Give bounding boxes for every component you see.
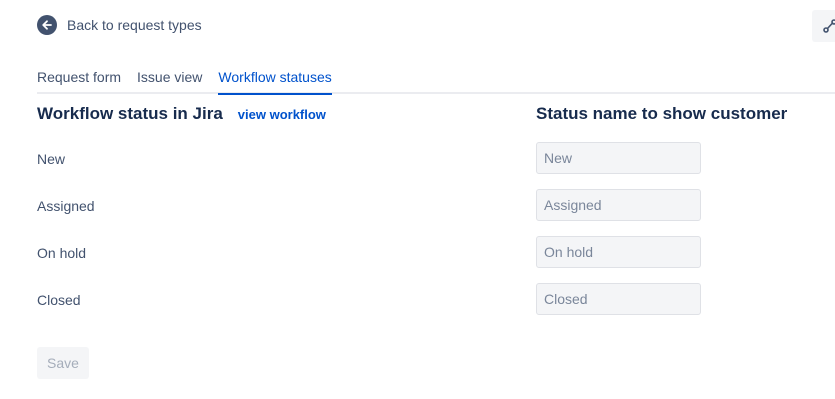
workflow-icon: [823, 19, 835, 33]
status-label-on-hold: On hold: [37, 245, 87, 261]
back-link-label: Back to request types: [67, 17, 202, 33]
view-workflow-link[interactable]: view workflow: [238, 107, 326, 122]
tab-bar: Request form Issue view Workflow statuse…: [37, 66, 835, 95]
workflow-status-heading: Workflow status in Jira: [37, 104, 223, 123]
tab-workflow-statuses[interactable]: Workflow statuses: [218, 66, 333, 95]
status-label-assigned: Assigned: [37, 198, 95, 214]
customer-status-input-new[interactable]: [536, 142, 701, 174]
customer-status-input-on-hold[interactable]: [536, 236, 701, 268]
workflow-button[interactable]: [812, 10, 835, 42]
arrow-left-circle-icon: [37, 15, 57, 35]
tab-request-form[interactable]: Request form: [37, 66, 121, 93]
customer-status-input-closed[interactable]: [536, 283, 701, 315]
customer-status-heading: Status name to show customer: [536, 104, 788, 123]
workflow-status-heading-group: Workflow status in Jira view workflow: [37, 104, 326, 124]
tab-issue-view[interactable]: Issue view: [137, 66, 202, 93]
back-to-request-types-link[interactable]: Back to request types: [37, 15, 202, 35]
status-label-new: New: [37, 151, 66, 167]
customer-status-input-assigned[interactable]: [536, 189, 701, 221]
status-label-closed: Closed: [37, 292, 81, 308]
save-button[interactable]: Save: [37, 347, 89, 379]
workflow-statuses-page: Back to request types Request form Issue…: [0, 0, 835, 399]
